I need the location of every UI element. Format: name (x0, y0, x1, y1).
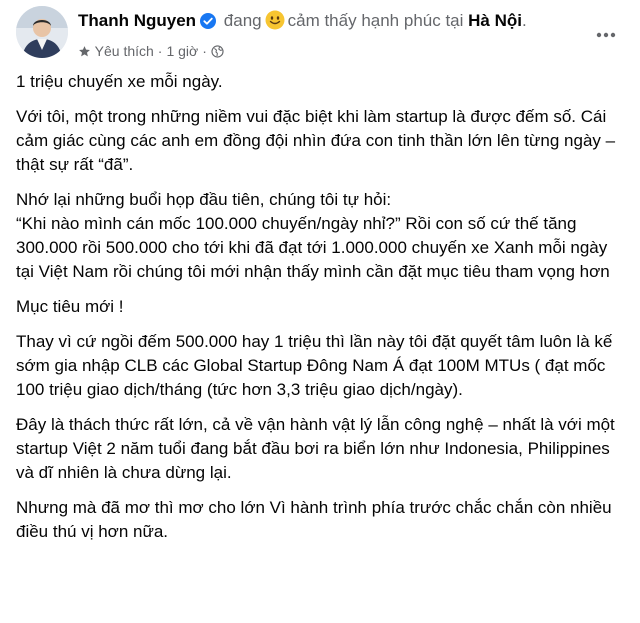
globe-icon[interactable] (211, 43, 224, 63)
post-header: Thanh Nguyen đang cảm thấy hạnh phúc tại… (16, 6, 628, 62)
post-paragraph: Thay vì cứ ngồi đếm 500.000 hay 1 triệu … (16, 332, 613, 399)
favorites-label: Yêu thích (94, 43, 154, 59)
post-paragraph: Nhưng mà đã mơ thì mơ cho lớn Vì hành tr… (16, 498, 612, 541)
activity-verb: đang (223, 11, 262, 30)
verified-badge-icon (200, 11, 217, 37)
post-paragraph: Đây là thách thức rất lớn, cả về vận hàn… (16, 415, 615, 482)
post-title-line: Thanh Nguyen đang cảm thấy hạnh phúc tại… (78, 8, 588, 38)
facebook-post: Thanh Nguyen đang cảm thấy hạnh phúc tại… (0, 0, 640, 623)
author-name[interactable]: Thanh Nguyen (78, 11, 196, 30)
post-paragraph: Nhớ lại những buổi họp đầu tiên, chúng t… (16, 188, 628, 284)
post-paragraph: 1 triệu chuyến xe mỗi ngày. (16, 72, 223, 91)
post-timestamp[interactable]: 1 giờ (166, 43, 198, 59)
post-paragraph-line: Nhớ lại những buổi họp đầu tiên, chúng t… (16, 190, 392, 209)
feeling-text: cảm thấy hạnh phúc tại (287, 11, 464, 30)
post-subtitle-line: Yêu thích · 1 giờ · (78, 41, 588, 63)
star-icon (78, 43, 91, 63)
title-period: . (521, 11, 527, 30)
post-body: 1 triệu chuyến xe mỗi ngày. Với tôi, một… (16, 70, 628, 555)
separator: · (202, 43, 207, 59)
post-paragraph: Mục tiêu mới ! (16, 297, 124, 316)
location-link[interactable]: Hà Nội (468, 11, 522, 30)
author-avatar[interactable] (16, 6, 68, 58)
post-meta: Thanh Nguyen đang cảm thấy hạnh phúc tại… (78, 8, 588, 63)
more-options-button[interactable] (590, 18, 622, 50)
more-options-icon (596, 25, 616, 43)
separator: · (157, 43, 163, 59)
smiling-face-emoji-icon (265, 10, 285, 38)
post-quote: “Khi nào mình cán mốc 100.000 chuyến/ngà… (16, 214, 610, 281)
post-paragraph: Với tôi, một trong những niềm vui đặc bi… (16, 107, 616, 174)
